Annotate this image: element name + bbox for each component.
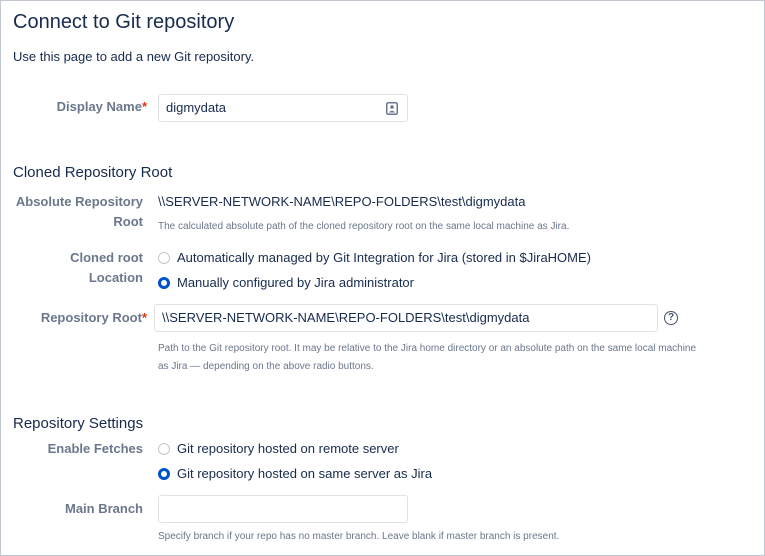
required-marker: * [141, 99, 147, 114]
radio-remote[interactable] [158, 442, 170, 455]
absolute-root-label-line1: Absolute Repository [15, 194, 143, 209]
display-name-label-text: Display Name [56, 99, 142, 114]
radio-auto-label: Automatically managed by Git Integration… [177, 250, 592, 265]
repository-root-description-line1: Path to the Git repository root. It may … [158, 343, 697, 354]
repository-root-value: \\SERVER-NETWORK-NAME\REPO-FOLDERS\test\… [162, 310, 530, 325]
cloned-root-location-label-line2: Location [88, 270, 143, 285]
radio-same-server-label: Git repository hosted on same server as … [177, 466, 433, 481]
connect-git-repository-page: Connect to Git repository Use this page … [0, 0, 765, 556]
repository-root-description-line2: as Jira — depending on the above radio b… [158, 361, 374, 372]
display-name-value: digmydata [166, 100, 226, 115]
radio-manual-label: Manually configured by Jira administrato… [177, 275, 414, 290]
radio-manual[interactable] [158, 276, 170, 289]
display-name-label: Display Name* [15, 97, 147, 117]
repository-settings-section-title: Repository Settings [13, 415, 144, 432]
radio-auto[interactable] [158, 251, 170, 264]
main-branch-input[interactable] [158, 495, 408, 523]
absolute-root-label: Absolute Repository Root [11, 192, 143, 232]
radio-option-same-server[interactable]: Git repository hosted on same server as … [158, 466, 432, 481]
cloned-root-section-title: Cloned Repository Root [13, 164, 173, 181]
radio-same-server[interactable] [158, 467, 170, 480]
radio-option-manual[interactable]: Manually configured by Jira administrato… [158, 275, 414, 290]
question-circle-icon[interactable]: ? [664, 311, 678, 325]
absolute-root-label-line2: Root [113, 214, 143, 229]
page-title: Connect to Git repository [13, 11, 235, 33]
cloned-root-location-label: Cloned root Location [11, 248, 143, 288]
main-branch-label: Main Branch [64, 501, 143, 516]
cloned-root-location-label-line1: Cloned root [70, 250, 143, 265]
enable-fetches-label: Enable Fetches [47, 441, 143, 456]
page-intro: Use this page to add a new Git repositor… [13, 49, 255, 64]
display-name-input[interactable]: digmydata [158, 94, 408, 122]
main-branch-description: Specify branch if your repo has no maste… [158, 531, 560, 542]
radio-option-remote[interactable]: Git repository hosted on remote server [158, 441, 399, 456]
required-marker: * [141, 310, 147, 325]
repository-root-label-text: Repository Root [40, 310, 142, 325]
absolute-root-description: The calculated absolute path of the clon… [158, 221, 570, 232]
absolute-root-value: \\SERVER-NETWORK-NAME\REPO-FOLDERS\test\… [158, 194, 526, 209]
radio-remote-label: Git repository hosted on remote server [177, 441, 399, 456]
repository-root-label: Repository Root* [15, 308, 147, 328]
radio-option-auto[interactable]: Automatically managed by Git Integration… [158, 250, 591, 265]
contact-card-icon[interactable] [386, 102, 398, 115]
repository-root-input[interactable]: \\SERVER-NETWORK-NAME\REPO-FOLDERS\test\… [154, 304, 658, 332]
